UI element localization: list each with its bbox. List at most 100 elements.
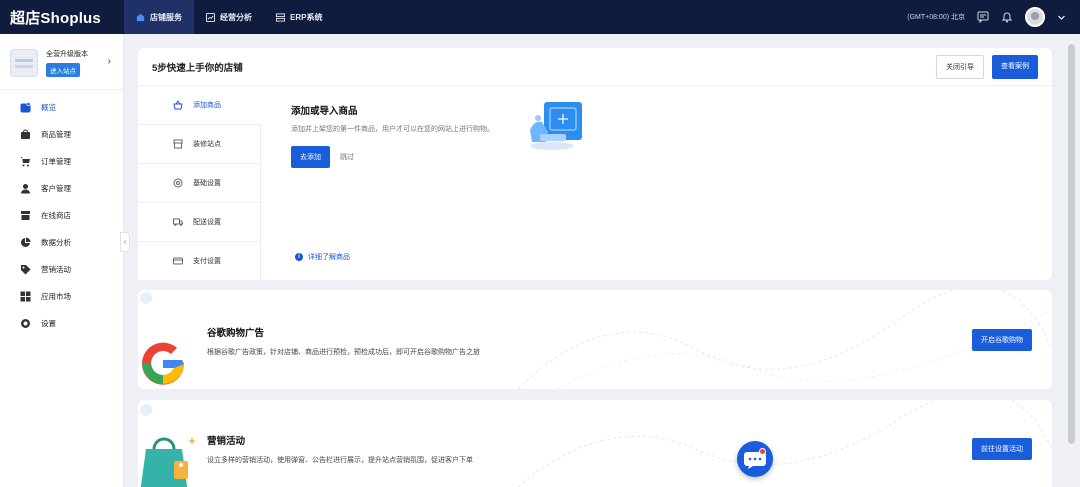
shopping-bag-icon bbox=[140, 437, 196, 487]
storefront-icon bbox=[173, 139, 183, 149]
step-label: 添加商品 bbox=[193, 102, 221, 109]
google-ads-promo: 谷歌购物广告 根据谷歌广告政策，针对店铺、商品进行预检，预检成功后，即可开启谷歌… bbox=[138, 290, 1052, 389]
bell-icon[interactable] bbox=[1001, 11, 1013, 23]
step-label: 支付设置 bbox=[193, 258, 221, 265]
sidebar-item-label: 订单管理 bbox=[41, 157, 71, 166]
top-bar: 超店Shoplus 店铺服务 经营分析 ERP系统 (GMT+08:00) 北京 bbox=[0, 0, 1080, 34]
info-icon: i bbox=[295, 253, 303, 261]
add-product-illustration-icon bbox=[530, 102, 582, 150]
sidebar-item-products[interactable]: 商品管理 bbox=[0, 121, 123, 148]
step-basic-settings[interactable]: 基础设置 bbox=[138, 164, 261, 203]
user-icon bbox=[21, 184, 30, 194]
cart-icon bbox=[20, 157, 30, 167]
timezone-label[interactable]: (GMT+08:00) 北京 bbox=[907, 12, 965, 22]
step-description: 添加并上架您的第一件商品，用户才可以在您的网站上进行购物。 bbox=[291, 126, 494, 133]
google-g-icon bbox=[142, 342, 184, 385]
step-shipping-settings[interactable]: 配送设置 bbox=[138, 203, 261, 242]
view-cases-button[interactable]: 查看案例 bbox=[992, 54, 1038, 79]
message-icon[interactable] bbox=[977, 11, 989, 23]
sidebar-item-app-market[interactable]: 应用市场 bbox=[0, 283, 123, 310]
truck-icon bbox=[173, 218, 183, 226]
sidebar-item-overview[interactable]: 概览 bbox=[0, 94, 123, 121]
sidebar-item-customers[interactable]: 客户管理 bbox=[0, 175, 123, 202]
topnav-label: 经营分析 bbox=[220, 12, 252, 22]
topnav-label: ERP系统 bbox=[290, 12, 323, 22]
settings-icon bbox=[21, 319, 30, 328]
sidebar: 全营升级版本 进入站点 › 概览 商品管理 订单管理 客户管理 在线商店 数据分… bbox=[0, 34, 124, 487]
sidebar-collapse-toggle[interactable]: ‹ bbox=[120, 232, 130, 252]
chevron-down-icon[interactable] bbox=[1057, 13, 1066, 22]
store-card[interactable]: 全营升级版本 进入站点 › bbox=[0, 34, 123, 90]
sidebar-item-label: 商品管理 bbox=[41, 130, 71, 139]
topnav-store-services[interactable]: 店铺服务 bbox=[124, 0, 194, 34]
store-thumbnail bbox=[10, 48, 38, 77]
ads-title: 谷歌购物广告 bbox=[207, 328, 265, 339]
sidebar-item-label: 营销活动 bbox=[41, 265, 71, 274]
setup-marketing-button[interactable]: 前往设置活动 bbox=[972, 438, 1032, 460]
topnav-analysis[interactable]: 经营分析 bbox=[194, 0, 264, 34]
close-guide-button[interactable]: 关闭引导 bbox=[936, 54, 984, 79]
step-label: 配送设置 bbox=[193, 219, 221, 226]
ads-description: 根据谷歌广告政策，针对店铺、商品进行预检，预检成功后，即可开启谷歌购物广告之旅 bbox=[207, 349, 480, 356]
enable-google-shopping-button[interactable]: 开启谷歌购物 bbox=[972, 329, 1032, 351]
skip-step-link[interactable]: 跳过 bbox=[340, 152, 354, 162]
pie-icon bbox=[21, 237, 31, 247]
learn-more-label: 详细了解商品 bbox=[308, 254, 350, 261]
erp-icon bbox=[276, 12, 285, 22]
chevron-right-icon[interactable]: › bbox=[108, 56, 111, 67]
sidebar-item-settings[interactable]: 设置 bbox=[0, 310, 123, 337]
enter-store-button[interactable]: 进入站点 bbox=[46, 62, 80, 77]
step-payment-settings[interactable]: 支付设置 bbox=[138, 242, 261, 281]
step-decorate-site[interactable]: 装修站点 bbox=[138, 125, 261, 164]
onboarding-guide: 5步快速上手你的店铺 关闭引导 查看案例 添加商品 装修站点 基础设置 配送设置… bbox=[138, 48, 1052, 281]
step-title: 添加或导入商品 bbox=[291, 106, 358, 117]
guide-actions: 关闭引导 查看案例 bbox=[936, 54, 1038, 79]
product-icon bbox=[21, 129, 30, 139]
sidebar-item-online-store[interactable]: 在线商店 bbox=[0, 202, 123, 229]
active-step-content: 添加或导入商品 添加并上架您的第一件商品，用户才可以在您的网站上进行购物。 去添… bbox=[291, 103, 511, 168]
store-info: 全营升级版本 进入站点 bbox=[46, 49, 88, 77]
topnav-erp[interactable]: ERP系统 bbox=[264, 0, 334, 34]
shop-icon bbox=[21, 211, 30, 220]
marketing-promo: 营销活动 设立多样的营销活动，使用弹窗、公告栏进行展示，提升站点营销氛围，促进客… bbox=[138, 400, 1052, 487]
step-actions: 去添加 跳过 bbox=[291, 146, 511, 168]
top-nav: 店铺服务 经营分析 ERP系统 bbox=[124, 0, 334, 34]
chart-icon bbox=[206, 12, 215, 22]
add-product-button[interactable]: 去添加 bbox=[291, 146, 330, 168]
sidebar-item-label: 数据分析 bbox=[41, 238, 71, 247]
sidebar-item-label: 概览 bbox=[41, 103, 56, 112]
card-icon bbox=[173, 257, 183, 265]
sidebar-item-marketing[interactable]: 营销活动 bbox=[0, 256, 123, 283]
app-logo[interactable]: 超店Shoplus bbox=[0, 7, 124, 28]
decorative-waves bbox=[140, 400, 1052, 487]
sidebar-item-label: 在线商店 bbox=[41, 211, 71, 220]
guide-title: 5步快速上手你的店铺 bbox=[152, 62, 243, 74]
store-plan: 全营升级版本 bbox=[46, 50, 88, 58]
sidebar-item-label: 应用市场 bbox=[41, 292, 71, 301]
decorative-waves bbox=[140, 290, 1052, 389]
sidebar-item-label: 客户管理 bbox=[41, 184, 71, 193]
store-icon bbox=[136, 13, 145, 21]
basket-icon bbox=[173, 100, 183, 110]
guide-header: 5步快速上手你的店铺 关闭引导 查看案例 bbox=[138, 48, 1052, 86]
learn-more-link[interactable]: i 详细了解商品 bbox=[295, 252, 350, 262]
user-avatar[interactable] bbox=[1025, 7, 1045, 27]
notification-badge bbox=[759, 448, 766, 455]
marketing-title: 营销活动 bbox=[207, 436, 246, 447]
gear-icon bbox=[173, 178, 183, 188]
sidebar-item-orders[interactable]: 订单管理 bbox=[0, 148, 123, 175]
topnav-label: 店铺服务 bbox=[150, 12, 182, 22]
apps-icon bbox=[20, 291, 31, 302]
marketing-description: 设立多样的营销活动，使用弹窗、公告栏进行展示，提升站点营销氛围，促进客户下单 bbox=[207, 457, 473, 464]
step-label: 装修站点 bbox=[193, 141, 221, 148]
sidebar-item-analytics[interactable]: 数据分析 bbox=[0, 229, 123, 256]
tag-icon bbox=[21, 265, 31, 275]
chat-fab[interactable] bbox=[737, 441, 773, 477]
page-scrollbar[interactable] bbox=[1068, 44, 1075, 444]
step-add-product[interactable]: 添加商品 bbox=[138, 86, 261, 125]
sidebar-menu: 概览 商品管理 订单管理 客户管理 在线商店 数据分析 营销活动 应用市场 设置 bbox=[0, 90, 123, 337]
step-label: 基础设置 bbox=[193, 180, 221, 187]
sidebar-item-label: 设置 bbox=[41, 319, 56, 328]
top-right-tools: (GMT+08:00) 北京 bbox=[907, 7, 1080, 27]
overview-icon bbox=[20, 102, 31, 113]
